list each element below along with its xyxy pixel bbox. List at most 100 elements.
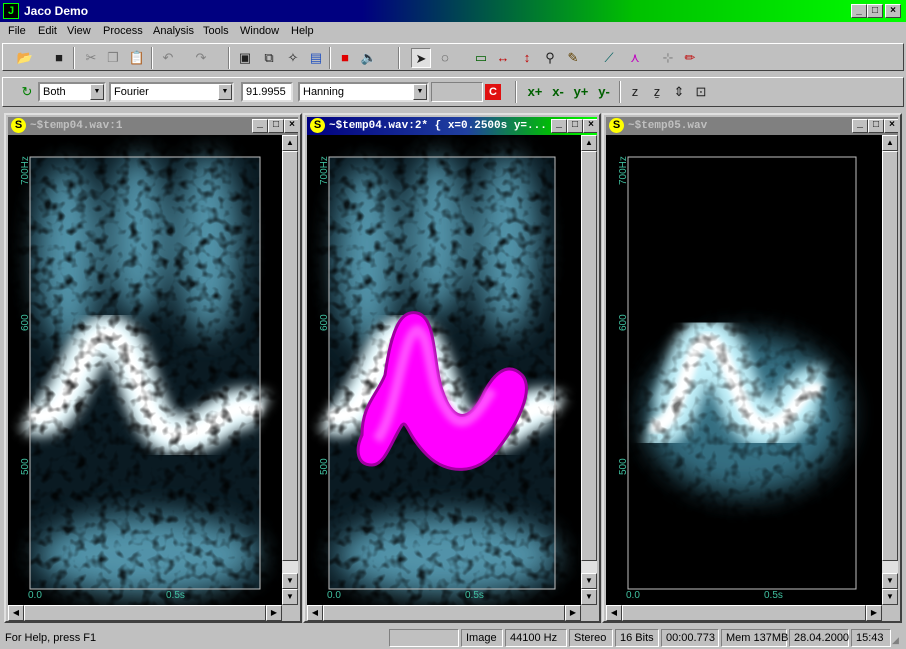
resize-grip-icon[interactable]: ◢ — [892, 635, 899, 646]
scroll-left-icon[interactable]: ◀ — [8, 605, 24, 621]
pencil-icon[interactable]: ✏ — [680, 48, 700, 68]
window-2-hscroll[interactable]: ◀ ▶ — [307, 605, 581, 621]
app-title-bar[interactable]: J Jaco Demo _ □ × — [0, 0, 906, 22]
window-3-spectrogram[interactable] — [606, 135, 882, 605]
x-zoom-out-button[interactable]: x- — [548, 82, 568, 102]
scroll-up-icon[interactable]: ▲ — [581, 135, 597, 151]
menu-window[interactable]: Window — [240, 25, 279, 37]
zoom-icon[interactable]: ⚲ — [540, 48, 560, 68]
window-3-vscroll[interactable]: ▲ ▼ ▼ — [882, 135, 898, 605]
close-button[interactable]: × — [885, 4, 901, 18]
color-swatch[interactable] — [431, 82, 483, 102]
scroll-thumb[interactable] — [282, 151, 298, 561]
window-1-close[interactable]: × — [284, 119, 298, 133]
window-1-title-bar[interactable]: S ~$temp04.wav:1 _ □ × — [8, 117, 298, 135]
jaco-app-icon[interactable]: J — [3, 3, 19, 19]
copy-icon[interactable]: ❐ — [103, 48, 123, 68]
lasso-icon[interactable]: ◌ — [435, 48, 455, 68]
window-2-vscroll[interactable]: ▲ ▼ ▼ — [581, 135, 597, 605]
scroll-left-icon[interactable]: ◀ — [606, 605, 622, 621]
save-icon[interactable]: ■ — [49, 48, 69, 68]
mixer-icon[interactable]: ▤ — [306, 48, 326, 68]
scroll-down-icon[interactable]: ▼ — [581, 573, 597, 589]
scroll-up-icon[interactable]: ▲ — [882, 135, 898, 151]
window-1-maximize[interactable]: □ — [268, 119, 284, 133]
refresh-icon[interactable]: ↻ — [17, 82, 37, 102]
maximize-button[interactable]: □ — [867, 4, 883, 18]
pen-fork-icon[interactable]: ⋏ — [625, 48, 645, 68]
scroll-right-icon[interactable]: ▶ — [866, 605, 882, 621]
pointer-icon[interactable]: ➤ — [411, 48, 431, 68]
zoom-fit-height-icon[interactable]: ẕ — [647, 82, 667, 102]
cut-icon[interactable]: ✂ — [81, 48, 101, 68]
magic-wand-icon[interactable]: ✧ — [283, 48, 303, 68]
paste-icon[interactable]: 📋 — [127, 48, 147, 68]
marker-icon[interactable]: ⊹ — [658, 48, 678, 68]
rectangle-select-icon[interactable]: ▭ — [471, 48, 491, 68]
zoom-reset-icon[interactable]: z — [625, 82, 645, 102]
redo-icon[interactable]: ↷ — [191, 48, 211, 68]
window-function-select[interactable]: Hanning ▼ — [298, 82, 429, 102]
window-3-title-bar[interactable]: S ~$temp05.wav _ □ × — [606, 117, 898, 135]
window-3-minimize[interactable]: _ — [852, 119, 868, 133]
window-1-plot[interactable]: 700Hz 600 500 0.0 0.5s — [8, 135, 282, 605]
zoom-fit-vertical-icon[interactable]: ⇕ — [669, 82, 689, 102]
window-1-spectrogram[interactable] — [8, 135, 282, 605]
new-window-icon[interactable]: ▣ — [235, 48, 255, 68]
scroll-thumb[interactable] — [882, 151, 898, 561]
menu-process[interactable]: Process — [103, 25, 143, 37]
menu-view[interactable]: View — [67, 25, 91, 37]
y-zoom-in-button[interactable]: y+ — [571, 82, 591, 102]
scroll-thumb[interactable] — [581, 151, 597, 561]
chevron-down-icon[interactable]: ▼ — [413, 84, 427, 100]
menu-tools[interactable]: Tools — [203, 25, 229, 37]
scroll-right-icon[interactable]: ▶ — [266, 605, 282, 621]
menu-analysis[interactable]: Analysis — [153, 25, 194, 37]
brush-icon[interactable]: ✎ — [563, 48, 583, 68]
menu-help[interactable]: Help — [291, 25, 314, 37]
spectrogram-window-1[interactable]: S ~$temp04.wav:1 _ □ × 700Hz 600 500 0.0… — [4, 113, 302, 623]
horizontal-measure-icon[interactable]: ↔ — [493, 48, 513, 68]
export-icon[interactable]: ⧉ — [259, 48, 279, 68]
zoom-fit-all-icon[interactable]: ⊡ — [691, 82, 711, 102]
window-1-minimize[interactable]: _ — [252, 119, 268, 133]
window-2-minimize[interactable]: _ — [551, 119, 567, 133]
line-icon[interactable]: ⟋ — [599, 48, 619, 68]
channel-select[interactable]: Both ▼ — [38, 82, 106, 102]
transform-select[interactable]: Fourier ▼ — [109, 82, 234, 102]
window-3-maximize[interactable]: □ — [868, 119, 884, 133]
window-2-title-bar[interactable]: S ~$temp04.wav:2* { x=0.2500s y=... _ □ … — [307, 117, 597, 135]
window-2-maximize[interactable]: □ — [567, 119, 583, 133]
window-2-plot[interactable]: 700Hz 600 500 0.0 0.5s — [307, 135, 581, 605]
vertical-measure-icon[interactable]: ↕ — [517, 48, 537, 68]
window-1-hscroll[interactable]: ◀ ▶ — [8, 605, 282, 621]
undo-icon[interactable]: ↶ — [158, 48, 178, 68]
spectrogram-window-2[interactable]: S ~$temp04.wav:2* { x=0.2500s y=... _ □ … — [303, 113, 601, 623]
scroll-left-icon[interactable]: ◀ — [307, 605, 323, 621]
scroll-thumb[interactable] — [622, 605, 866, 621]
chevron-down-icon[interactable]: ▼ — [218, 84, 232, 100]
x-zoom-in-button[interactable]: x+ — [525, 82, 545, 102]
scroll-thumb[interactable] — [323, 605, 565, 621]
minimize-button[interactable]: _ — [851, 4, 867, 18]
window-2-spectrogram[interactable] — [307, 135, 581, 605]
scroll-down-icon[interactable]: ▼ — [581, 589, 597, 605]
menu-file[interactable]: File — [8, 25, 26, 37]
c-button[interactable]: C — [485, 84, 501, 100]
menu-edit[interactable]: Edit — [38, 25, 57, 37]
window-3-plot[interactable]: 700Hz 600 500 0.0 0.5s — [606, 135, 882, 605]
window-2-close[interactable]: × — [583, 119, 597, 133]
scroll-thumb[interactable] — [24, 605, 266, 621]
scroll-up-icon[interactable]: ▲ — [282, 135, 298, 151]
chevron-down-icon[interactable]: ▼ — [90, 84, 104, 100]
window-3-close[interactable]: × — [884, 119, 898, 133]
open-folder-icon[interactable]: 📂 — [15, 48, 35, 68]
window-1-vscroll[interactable]: ▲ ▼ ▼ — [282, 135, 298, 605]
scroll-down-icon[interactable]: ▼ — [282, 573, 298, 589]
scroll-down-icon[interactable]: ▼ — [282, 589, 298, 605]
y-zoom-out-button[interactable]: y- — [594, 82, 614, 102]
scroll-right-icon[interactable]: ▶ — [565, 605, 581, 621]
speaker-icon[interactable]: 🔈 — [359, 48, 379, 68]
stop-icon[interactable]: ■ — [335, 48, 355, 68]
scroll-down-icon[interactable]: ▼ — [882, 589, 898, 605]
